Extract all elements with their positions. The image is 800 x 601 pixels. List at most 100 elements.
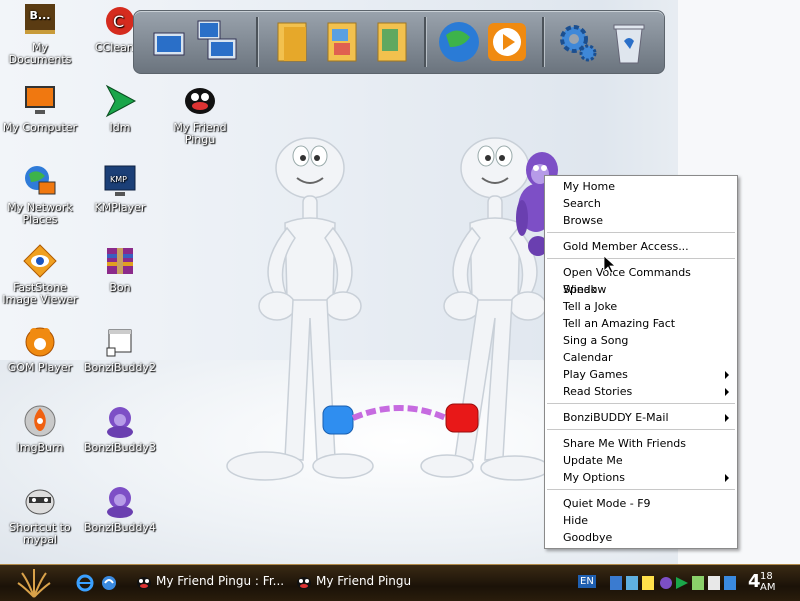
icon-shortcut-mypal[interactable]: Shortcut to mypal (0, 484, 80, 546)
menu-item-calendar[interactable]: Calendar (563, 349, 729, 366)
menu-item-search[interactable]: Search (563, 195, 729, 212)
wallpaper-figures (226, 137, 545, 481)
menu-item-label: Tell a Joke (563, 300, 618, 313)
internet-explorer-icon[interactable] (76, 574, 94, 592)
menu-item-label: My Options (563, 471, 625, 484)
network-globe-icon (23, 164, 57, 198)
menu-item-speak[interactable]: Speak (563, 281, 729, 298)
icon-label: FastStone Image Viewer (2, 281, 78, 306)
menu-item-label: Hide (563, 514, 589, 527)
menu-item-hide[interactable]: Hide (563, 512, 729, 529)
menu-item-label: Browse (563, 214, 604, 227)
menu-item-read-stories[interactable]: Read Stories (563, 383, 729, 400)
media-player-icon: KMP (103, 164, 137, 198)
menu-item-label: Goodbye (563, 531, 613, 544)
icon-label: My Documents (8, 41, 72, 66)
clock-hour: 4 (748, 571, 761, 592)
icon-my-computer[interactable]: My Computer (0, 84, 80, 134)
icon-label: Idm (109, 121, 131, 134)
globe-icon[interactable] (436, 17, 482, 67)
submenu-arrow-icon (725, 388, 729, 396)
gom-icon (23, 324, 57, 358)
icon-label: BonziBuddy2 (83, 361, 157, 374)
menu-item-play-games[interactable]: Play Games (563, 366, 729, 383)
icon-label: Shortcut to mypal (9, 521, 71, 546)
download-arrow-icon (103, 84, 137, 118)
menu-item-tell-a-joke[interactable]: Tell a Joke (563, 298, 729, 315)
start-button-icon[interactable] (14, 567, 54, 599)
settings-gears-icon[interactable] (554, 17, 600, 67)
submenu-arrow-icon (725, 371, 729, 379)
menu-item-share-me-with-friends[interactable]: Share Me With Friends (563, 435, 729, 452)
menu-item-label: Play Games (563, 368, 628, 381)
svg-text:C: C (113, 12, 124, 31)
folder-documents-icon: B... (23, 4, 57, 38)
pingu-app-icon (297, 577, 311, 589)
menu-item-label: Sing a Song (563, 334, 629, 347)
icon-imgburn[interactable]: ImgBurn (0, 404, 80, 454)
tray-icons[interactable] (608, 573, 744, 593)
icon-my-network-places[interactable]: My Network Places (0, 164, 80, 226)
system-tray: EN (574, 571, 744, 595)
icon-my-friend-pingu[interactable]: My Friend Pingu (160, 84, 240, 146)
icon-faststone[interactable]: FastStone Image Viewer (0, 244, 80, 306)
menu-item-label: My Home (563, 180, 615, 193)
clock-ampm: AM (760, 582, 776, 593)
icon-bonzibuddy3[interactable]: BonziBuddy3 (80, 404, 160, 454)
desktop: B... My Documents C CCleaner My Computer… (0, 0, 800, 564)
clock-minute: 18 (760, 571, 773, 582)
menu-item-goodbye[interactable]: Goodbye (563, 529, 729, 546)
menu-item-label: Share Me With Friends (563, 437, 687, 450)
menu-item-label: Speak (563, 283, 597, 296)
icon-gom-player[interactable]: GOM Player (0, 324, 80, 374)
icon-label: My Network Places (7, 201, 73, 226)
archive-icon (103, 244, 137, 278)
menu-item-label: Gold Member Access... (563, 240, 689, 253)
bonzi-context-menu: My Home Search Browse Gold Member Access… (544, 175, 738, 549)
menu-item-quiet-mode[interactable]: Quiet Mode - F9 (563, 495, 729, 512)
dock-separator (256, 17, 259, 67)
recycle-bin-icon[interactable] (606, 17, 652, 67)
dock-separator (542, 17, 545, 67)
menu-item-label: BonziBUDDY E-Mail (563, 411, 669, 424)
menu-item-my-home[interactable]: My Home (563, 178, 729, 195)
menu-item-label: Update Me (563, 454, 623, 467)
menu-item-update-me[interactable]: Update Me (563, 452, 729, 469)
dock-bar (133, 10, 665, 74)
documents-badge: B... (29, 9, 51, 22)
icon-label: BonziBuddy4 (83, 521, 157, 534)
icon-label: BonziBuddy3 (83, 441, 157, 454)
show-desktop-icon[interactable] (100, 574, 118, 592)
menu-item-bonzibuddy-email[interactable]: BonziBUDDY E-Mail (563, 409, 729, 426)
purple-ape-icon (103, 484, 137, 518)
icon-bonzibuddy2[interactable]: BonziBuddy2 (80, 324, 160, 374)
menu-separator (547, 258, 735, 259)
purple-ape-icon (103, 404, 137, 438)
menu-item-my-options[interactable]: My Options (563, 469, 729, 486)
menu-item-sing-a-song[interactable]: Sing a Song (563, 332, 729, 349)
taskbar-task-pingu[interactable]: My Friend Pingu (316, 574, 411, 588)
media-play-icon[interactable] (484, 17, 530, 67)
menu-item-open-voice-commands[interactable]: Open Voice Commands Window (563, 264, 729, 296)
icon-bon[interactable]: Bon (80, 244, 160, 294)
icon-idm[interactable]: Idm (80, 84, 160, 134)
penguin-icon (183, 84, 217, 118)
menu-separator (547, 429, 735, 430)
menu-item-browse[interactable]: Browse (563, 212, 729, 229)
taskbar: My Friend Pingu : Fr... My Friend Pingu … (0, 564, 800, 601)
network-computers-icon[interactable] (148, 17, 244, 67)
folder-files-icon[interactable] (370, 17, 416, 67)
eye-icon (23, 244, 57, 278)
icon-bonzibuddy4[interactable]: BonziBuddy4 (80, 484, 160, 534)
folder-images-icon[interactable] (320, 17, 366, 67)
icon-my-documents[interactable]: B... My Documents (0, 4, 80, 66)
language-indicator[interactable]: EN (578, 575, 596, 588)
menu-item-gold-member-access[interactable]: Gold Member Access... (563, 238, 729, 255)
menu-item-tell-an-amazing-fact[interactable]: Tell an Amazing Fact (563, 315, 729, 332)
folder-icon[interactable] (270, 17, 316, 67)
icon-kmplayer[interactable]: KMP KMPlayer (80, 164, 160, 214)
taskbar-task-pingu-fr[interactable]: My Friend Pingu : Fr... (156, 574, 284, 588)
icon-label: GOM Player (7, 361, 73, 374)
menu-item-label: Calendar (563, 351, 613, 364)
mouse-cursor-icon (604, 256, 616, 274)
